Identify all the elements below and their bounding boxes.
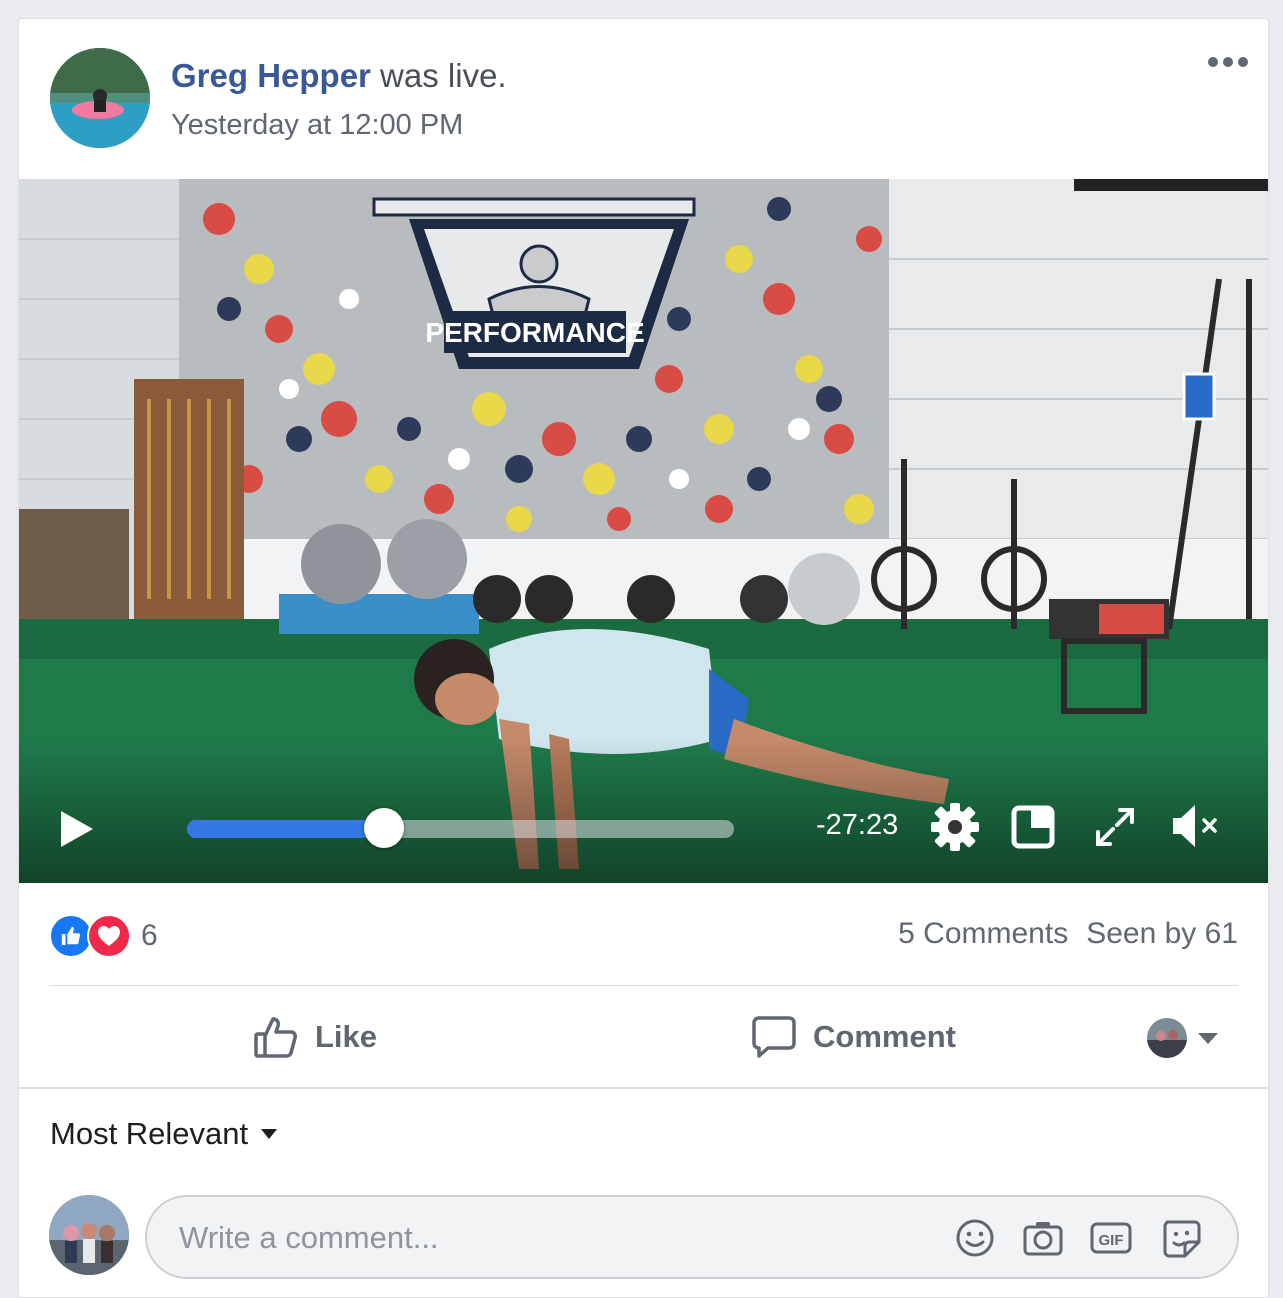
author-name[interactable]: Greg Hepper bbox=[171, 57, 371, 94]
post-timestamp[interactable]: Yesterday at 12:00 PM bbox=[171, 109, 463, 142]
thumbs-up-icon bbox=[254, 1017, 297, 1058]
current-user-avatar[interactable] bbox=[49, 1195, 129, 1275]
caret-down-icon bbox=[261, 1129, 278, 1139]
settings-gear-icon[interactable] bbox=[929, 801, 981, 853]
progress-fill bbox=[187, 820, 384, 838]
progress-track[interactable] bbox=[187, 808, 734, 848]
gif-icon[interactable]: GIF bbox=[1089, 1216, 1133, 1260]
seen-by-link[interactable]: Seen by 61 bbox=[1086, 917, 1238, 950]
comment-bubble-icon bbox=[752, 1016, 796, 1058]
muted-volume-icon[interactable] bbox=[1171, 801, 1223, 851]
reactions-summary[interactable]: 6 bbox=[49, 914, 158, 958]
author-avatar[interactable] bbox=[50, 48, 150, 148]
video-frame: PERFORMANCE bbox=[19, 179, 1268, 883]
video-player[interactable]: PERFORMANCE -27:23 bbox=[19, 179, 1268, 883]
comment-label: Comment bbox=[813, 1019, 956, 1054]
gif-icon-label: GIF bbox=[1099, 1232, 1124, 1249]
comments-count-link[interactable]: 5 Comments bbox=[898, 917, 1068, 950]
divider bbox=[49, 985, 1238, 986]
post-header-title: Greg Hepper was live. bbox=[171, 57, 507, 95]
like-button[interactable]: Like bbox=[253, 1014, 377, 1060]
play-icon[interactable] bbox=[59, 809, 95, 849]
post-action-text: was live. bbox=[370, 57, 507, 94]
post-stats: 5 Comments Seen by 61 bbox=[898, 917, 1238, 951]
chevron-down-icon bbox=[1198, 1033, 1218, 1044]
sticker-icon[interactable] bbox=[1159, 1216, 1203, 1260]
video-controls: -27:23 bbox=[19, 779, 1268, 879]
more-options-icon[interactable] bbox=[1208, 57, 1248, 67]
progress-scrubber[interactable] bbox=[363, 808, 404, 848]
comment-sort-dropdown[interactable]: Most Relevant bbox=[50, 1116, 278, 1152]
divider bbox=[19, 1087, 1268, 1089]
comment-composer: GIF bbox=[145, 1195, 1239, 1279]
camera-icon[interactable] bbox=[1021, 1216, 1065, 1260]
logo-text: PERFORMANCE bbox=[425, 317, 644, 348]
picture-in-picture-icon[interactable] bbox=[1011, 805, 1055, 849]
post-card: Greg Hepper was live. Yesterday at 12:00… bbox=[18, 18, 1269, 1298]
comment-input[interactable] bbox=[177, 1215, 921, 1261]
user-avatar-small bbox=[1147, 1018, 1187, 1058]
comment-button[interactable]: Comment bbox=[751, 1014, 956, 1060]
emoji-icon[interactable] bbox=[953, 1216, 997, 1260]
like-label: Like bbox=[315, 1019, 378, 1054]
fullscreen-icon[interactable] bbox=[1093, 805, 1137, 849]
post-as-selector[interactable] bbox=[1147, 1018, 1219, 1058]
time-remaining: -27:23 bbox=[816, 809, 899, 841]
comment-sort-label: Most Relevant bbox=[50, 1116, 249, 1151]
reaction-count: 6 bbox=[141, 919, 158, 952]
love-reaction-icon bbox=[87, 914, 131, 958]
